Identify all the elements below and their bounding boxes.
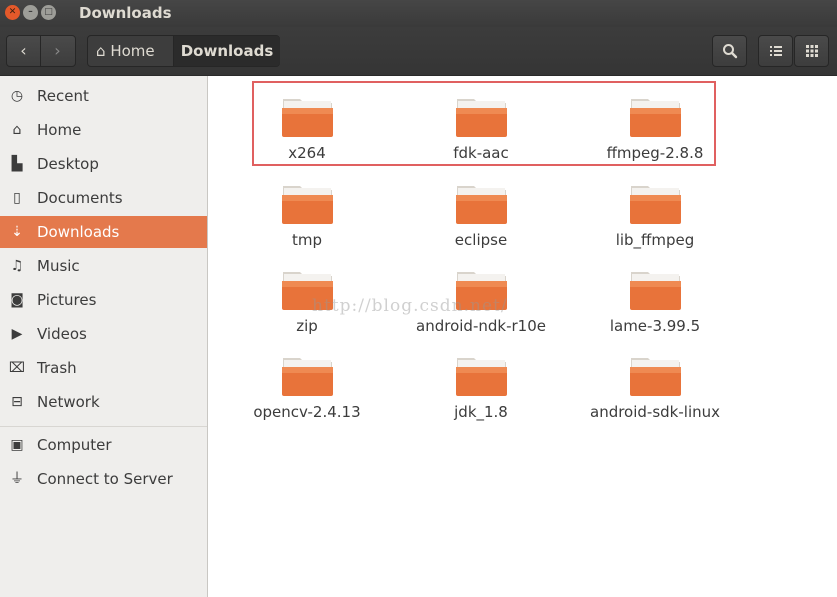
file-name: lame-3.99.5 [609,317,701,335]
path-home-button[interactable]: ⌂ Home [88,36,173,66]
toolbar: ‹ › ⌂ Home Downloads [0,27,837,76]
file-item-fdk-aac[interactable]: fdk-aac [406,88,556,168]
computer-icon: ▣ [10,437,24,453]
list-view-button[interactable] [758,35,793,67]
file-name: lib_ffmpeg [615,231,695,249]
search-button[interactable] [712,35,747,67]
file-manager-window: ✕ – □ Downloads ‹ › ⌂ Home Downloads ◷ R… [0,0,837,597]
folder-icon [630,186,681,224]
sidebar-item-home[interactable]: ⌂ Home [0,114,207,146]
file-name: tmp [291,231,322,249]
file-item-eclipse[interactable]: eclipse [406,175,556,255]
sidebar-item-pictures[interactable]: ◙ Pictures [0,284,207,316]
file-name: zip [296,317,318,335]
forward-button[interactable]: › [41,36,74,66]
folder-icon [282,358,333,396]
sidebar-item-computer[interactable]: ▣ Computer [0,429,207,461]
sidebar-item-label: Network [37,393,100,411]
sidebar: ◷ Recent ⌂ Home ▙ Desktop ▯ Documents ⇣ … [0,76,208,597]
server-icon: ⏚ [10,471,24,487]
file-name: android-sdk-linux [590,403,720,421]
sidebar-item-label: Computer [37,436,112,454]
path-bar: ⌂ Home Downloads [87,35,280,67]
folder-icon [630,272,681,310]
sidebar-item-label: Downloads [37,223,120,241]
music-icon: ♫ [10,258,24,274]
path-downloads-button[interactable]: Downloads [173,36,280,66]
network-icon: ⊟ [11,394,23,410]
path-home-label: Home [110,42,155,60]
sidebar-item-label: Recent [37,87,89,105]
sidebar-item-music[interactable]: ♫ Music [0,250,207,282]
chevron-right-icon: › [54,41,61,60]
clock-icon: ◷ [10,88,24,104]
file-item-jdk[interactable]: jdk_1.8 [406,347,556,427]
sidebar-item-desktop[interactable]: ▙ Desktop [0,148,207,180]
sidebar-divider [0,426,207,427]
folder-icon [282,186,333,224]
minimize-window-button[interactable]: – [23,5,38,20]
file-item-x264[interactable]: x264 [232,88,382,168]
file-item-lib-ffmpeg[interactable]: lib_ffmpeg [580,175,730,255]
search-icon [722,44,737,59]
folder-icon [456,358,507,396]
file-item-tmp[interactable]: tmp [232,175,382,255]
camera-icon: ◙ [10,292,24,308]
back-button[interactable]: ‹ [7,36,41,66]
file-name: android-ndk-r10e [416,317,546,335]
file-name: opencv-2.4.13 [253,403,361,421]
folder-icon [456,186,507,224]
sidebar-item-label: Music [37,257,80,275]
watermark: http://blog.csdn.net/ [312,296,508,316]
file-item-ffmpeg[interactable]: ffmpeg-2.8.8 [580,88,730,168]
path-downloads-label: Downloads [180,42,274,60]
sidebar-item-label: Documents [37,189,123,207]
file-name: eclipse [454,231,508,249]
file-name: ffmpeg-2.8.8 [606,144,704,162]
sidebar-item-recent[interactable]: ◷ Recent [0,80,207,112]
maximize-window-button[interactable]: □ [41,5,56,20]
list-view-icon [769,46,782,56]
sidebar-item-label: Desktop [37,155,99,173]
sidebar-item-label: Trash [37,359,77,377]
folder-icon [630,358,681,396]
grid-view-button[interactable] [794,35,829,67]
close-window-button[interactable]: ✕ [5,5,20,20]
sidebar-item-videos[interactable]: ▶ Videos [0,318,207,350]
sidebar-item-documents[interactable]: ▯ Documents [0,182,207,214]
document-icon: ▯ [13,190,21,206]
chevron-left-icon: ‹ [20,41,27,60]
navigation-buttons: ‹ › [6,35,76,67]
sidebar-item-label: Pictures [37,291,97,309]
file-item-android-sdk[interactable]: android-sdk-linux [580,347,730,427]
sidebar-item-label: Videos [37,325,87,343]
folder-icon: ▙ [11,156,23,172]
sidebar-item-network[interactable]: ⊟ Network [0,386,207,418]
folder-icon [630,99,681,137]
trash-icon: ⌧ [8,360,26,376]
home-icon: ⌂ [12,122,22,138]
title-bar: ✕ – □ Downloads [0,0,837,27]
video-icon: ▶ [11,326,23,342]
sidebar-item-label: Connect to Server [37,470,173,488]
folder-icon [282,99,333,137]
download-icon: ⇣ [11,224,23,240]
file-name: jdk_1.8 [454,403,508,421]
grid-view-icon [805,45,818,57]
file-item-opencv[interactable]: opencv-2.4.13 [232,347,382,427]
file-name: fdk-aac [453,144,509,162]
sidebar-item-connect-to-server[interactable]: ⏚ Connect to Server [0,463,207,495]
window-title: Downloads [79,4,172,22]
sidebar-item-label: Home [37,121,82,139]
sidebar-item-trash[interactable]: ⌧ Trash [0,352,207,384]
sidebar-item-downloads[interactable]: ⇣ Downloads [0,216,207,248]
home-icon: ⌂ [96,42,106,60]
file-grid: x264 fdk-aac ffmpeg-2.8.8 tmp eclipse li… [208,76,837,597]
file-name: x264 [288,144,326,162]
file-item-lame[interactable]: lame-3.99.5 [580,261,730,341]
folder-icon [456,99,507,137]
